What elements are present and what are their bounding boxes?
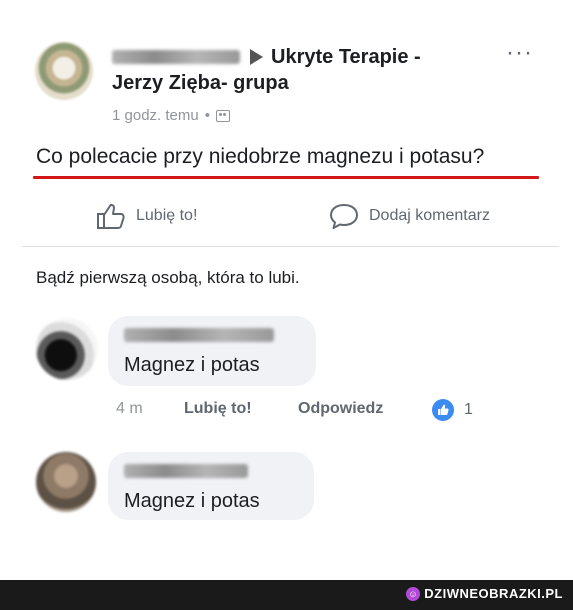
like-badge-icon: [432, 399, 454, 421]
group-icon: [215, 109, 230, 122]
comment-button-label: Dodaj komentarz: [369, 207, 490, 224]
arrow-right-icon: [250, 49, 263, 65]
comment-like-link[interactable]: Lubię to!: [184, 400, 252, 418]
comment-text: Magnez i potas: [124, 354, 260, 376]
comment-icon: [330, 204, 358, 229]
meta-separator: •: [204, 107, 210, 124]
watermark-logo-icon: ☺: [406, 586, 421, 601]
comment-reactions[interactable]: 1: [432, 399, 473, 421]
commenter-avatar[interactable]: [36, 452, 96, 512]
comment-reply-link[interactable]: Odpowiedz: [298, 400, 383, 418]
comment-bubble: Magnez i potas: [108, 452, 314, 520]
watermark: ☺ DZIWNEOBRAZKI.PL: [406, 586, 563, 601]
comment-button[interactable]: Dodaj komentarz: [329, 202, 490, 230]
commenter-name-blurred[interactable]: [124, 328, 274, 342]
divider: [22, 246, 559, 247]
post-meta: 1 godz. temu •: [112, 107, 230, 124]
watermark-bar: ☺ DZIWNEOBRAZKI.PL: [0, 580, 573, 610]
comment-bubble: Magnez i potas: [108, 316, 316, 386]
thumbs-up-icon: [97, 203, 125, 229]
group-name[interactable]: Ukryte Terapie -: [271, 46, 421, 69]
reaction-count: 1: [464, 401, 473, 418]
group-name-continued[interactable]: Jerzy Zięba- grupa: [112, 72, 289, 95]
first-like-prompt: Bądź pierwszą osobą, która to lubi.: [36, 268, 300, 287]
commenter-name-blurred[interactable]: [124, 464, 248, 478]
post-author-avatar[interactable]: [35, 42, 93, 100]
comment-text: Magnez i potas: [124, 490, 260, 512]
like-button-label: Lubię to!: [136, 207, 198, 224]
post-header: Ukryte Terapie -: [112, 44, 421, 70]
post-text: Co polecacie przy niedobrze magnezu i po…: [36, 145, 485, 168]
highlight-underline: [33, 176, 539, 179]
post-timestamp[interactable]: 1 godz. temu: [112, 107, 199, 124]
watermark-text: DZIWNEOBRAZKI.PL: [424, 586, 563, 601]
author-name-blurred[interactable]: [112, 50, 240, 64]
commenter-avatar[interactable]: [36, 318, 98, 380]
comment-timestamp[interactable]: 4 m: [116, 400, 143, 418]
more-options-icon[interactable]: ···: [506, 41, 533, 65]
like-button[interactable]: Lubię to!: [96, 202, 197, 230]
